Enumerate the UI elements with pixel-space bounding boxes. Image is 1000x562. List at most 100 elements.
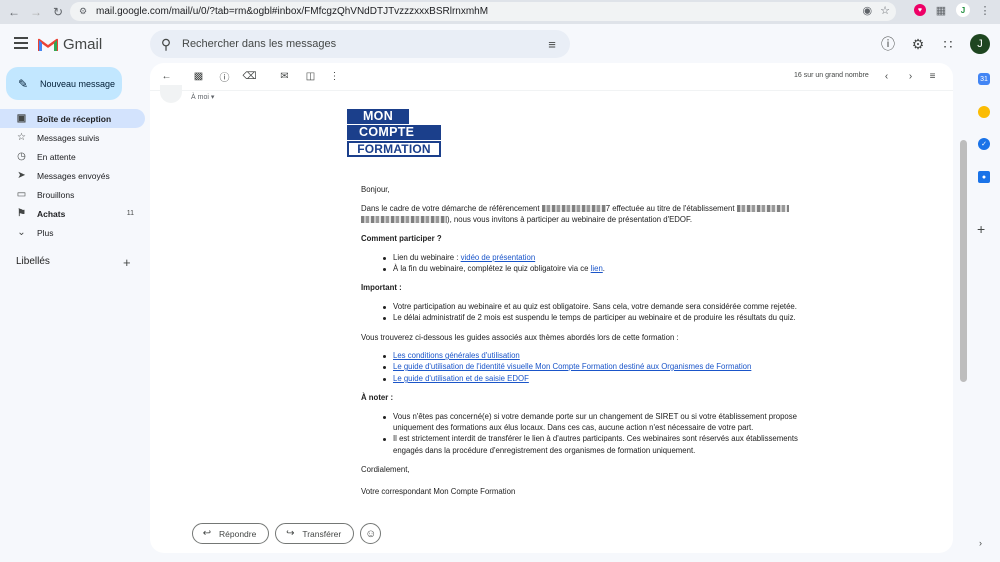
how-item-text: À la fin du webinaire, complétez le quiz… — [393, 264, 591, 273]
sidebar-item-purchases[interactable]: ⚑ Achats 11 — [0, 204, 145, 223]
pencil-icon: ✎ — [17, 76, 29, 91]
tasks-icon[interactable]: ✓ — [978, 138, 990, 150]
scrollbar-thumb[interactable] — [960, 140, 967, 382]
redacted-text — [736, 205, 789, 213]
draft-icon: ▭ — [16, 189, 27, 200]
search-input[interactable] — [182, 38, 522, 50]
move-to-icon[interactable]: ◫ — [304, 70, 317, 83]
back-icon[interactable]: ← — [6, 4, 22, 20]
clock-icon: ◷ — [17, 151, 26, 162]
gmail-logo[interactable]: Gmail — [38, 36, 102, 53]
search-filter-icon[interactable]: ≡ — [544, 36, 560, 52]
sidebar-item-drafts[interactable]: ▭ Brouillons — [0, 185, 145, 204]
input-tools-icon[interactable]: ≡ — [926, 70, 939, 83]
intro-text: 7 effectuée au titre de l'établissement — [605, 204, 735, 213]
get-addons-icon[interactable]: + — [977, 221, 985, 237]
sidebar-item-label: Brouillons — [37, 189, 75, 200]
webinar-video-link[interactable]: vidéo de présentation — [461, 253, 536, 262]
logo-line-1: MON — [347, 109, 409, 124]
reload-icon[interactable]: ↻ — [50, 4, 66, 20]
more-vert-icon[interactable]: ⋮ — [328, 70, 341, 83]
side-panel: 31 ✓ ● + › — [972, 63, 996, 553]
main-menu-icon[interactable] — [14, 36, 28, 50]
address-bar[interactable]: ⚙ mail.google.com/mail/u/0/?tab=rm&ogbl#… — [70, 2, 896, 21]
next-icon[interactable]: › — [904, 70, 917, 83]
reply-button[interactable]: ↩ Répondre — [192, 523, 270, 544]
bullet — [383, 317, 386, 320]
reply-label: Répondre — [219, 528, 257, 539]
contacts-icon[interactable]: ● — [978, 171, 990, 183]
previous-icon[interactable]: ‹ — [880, 70, 893, 83]
sidebar-item-label: Messages suivis — [37, 132, 100, 143]
recipient-label: À moi — [191, 94, 209, 101]
settings-gear-icon[interactable]: ⚙ — [910, 36, 926, 52]
report-spam-icon[interactable]: ⓘ — [218, 70, 231, 84]
mark-unread-icon[interactable]: ✉ — [278, 70, 291, 83]
edof-guide-link[interactable]: Le guide d'utilisation et de saisie EDOF — [393, 374, 529, 383]
search-bar[interactable]: ⚲ ≡ — [150, 30, 570, 58]
reply-icon: ↩ — [202, 528, 212, 539]
forward-label: Transférer — [302, 528, 342, 539]
important-item-1: Votre participation au webinaire et au q… — [393, 302, 797, 311]
guide-item-3: Le guide d'utilisation et de saisie EDOF — [393, 373, 529, 384]
guide-item-1: Les conditions générales d'utilisation — [393, 350, 520, 361]
add-label-icon[interactable]: + — [123, 255, 131, 270]
intro-line-2: ), nous vous invitons à participer au we… — [361, 214, 692, 225]
bullet — [383, 306, 386, 309]
cgu-link[interactable]: Les conditions générales d'utilisation — [393, 351, 520, 360]
note-item-1-line-2: uniquement des formations aux élus locau… — [393, 423, 754, 432]
redacted-text — [541, 205, 606, 213]
sidebar-item-label: En attente — [37, 151, 76, 162]
greeting: Bonjour, — [361, 185, 390, 194]
eye-icon[interactable]: ◉ — [863, 4, 873, 17]
keep-icon[interactable] — [978, 106, 990, 118]
sidebar-item-label: Boîte de réception — [37, 113, 112, 124]
sidebar-item-sent[interactable]: ➤ Messages envoyés — [0, 166, 145, 185]
quiz-link[interactable]: lien — [591, 264, 603, 273]
sidebar-item-snoozed[interactable]: ◷ En attente — [0, 147, 145, 166]
account-avatar[interactable]: J — [970, 34, 990, 54]
logo-line-3: FORMATION — [347, 141, 441, 157]
browser-menu-icon[interactable]: ⋮ — [978, 3, 992, 17]
puzzle-icon[interactable]: ▦ — [934, 3, 948, 17]
important-title: Important : — [361, 283, 402, 292]
recipient-dropdown[interactable]: À moi ▾ — [191, 93, 214, 101]
how-item-1: Lien du webinaire : vidéo de présentatio… — [393, 252, 535, 263]
intro-line-1: Dans le cadre de votre démarche de référ… — [361, 203, 789, 214]
visual-identity-guide-link[interactable]: Le guide d'utilisation de l'identité vis… — [393, 362, 751, 371]
help-icon[interactable]: ⓘ — [880, 36, 896, 52]
sidebar-item-inbox[interactable]: ▣ Boîte de réception — [0, 109, 145, 128]
compose-button[interactable]: ✎ Nouveau message — [6, 67, 122, 100]
delete-icon[interactable]: ⌫ — [242, 70, 256, 83]
archive-icon[interactable]: ▩ — [192, 70, 205, 83]
gmail-m-icon — [38, 38, 58, 51]
apps-grid-icon[interactable]: ∷ — [940, 36, 956, 52]
sidebar-item-label: Achats — [37, 208, 66, 219]
how-item-2: À la fin du webinaire, complétez le quiz… — [393, 263, 605, 274]
url-text[interactable]: mail.google.com/mail/u/0/?tab=rm&ogbl#in… — [96, 6, 488, 17]
forward-icon[interactable]: → — [28, 4, 44, 20]
sidebar-item-more[interactable]: ⌄ Plus — [0, 223, 145, 242]
forward-button[interactable]: ↪ Transférer — [275, 523, 355, 544]
intro-text: Dans le cadre de votre démarche de référ… — [361, 204, 540, 213]
bullet — [383, 378, 386, 381]
bookmark-star-icon[interactable]: ☆ — [880, 4, 890, 17]
extension-icon[interactable]: ♥ — [914, 4, 926, 16]
calendar-icon[interactable]: 31 — [978, 73, 990, 85]
note-item-2-line-2: engagés dans la procédure d'enregistreme… — [393, 446, 696, 455]
back-arrow-icon[interactable]: ← — [160, 70, 173, 83]
sender-avatar[interactable] — [160, 85, 182, 103]
sidebar-item-starred[interactable]: ☆ Messages suivis — [0, 128, 145, 147]
browser-toolbar: ← → ↻ ⚙ mail.google.com/mail/u/0/?tab=rm… — [0, 0, 1000, 24]
search-icon[interactable]: ⚲ — [158, 36, 174, 52]
bullet — [383, 257, 386, 260]
intro-text: ), nous vous invitons à participer au we… — [447, 215, 693, 224]
emoji-reaction-icon[interactable]: ☺ — [360, 523, 382, 544]
message-pane: ← ▩ ⓘ ⌫ ✉ ◫ ⋮ 16 sur un grand nombre ‹ ›… — [150, 63, 953, 553]
site-info-icon[interactable]: ⚙ — [76, 5, 90, 19]
hide-panel-icon[interactable]: › — [979, 538, 982, 548]
profile-icon[interactable]: J — [956, 3, 970, 17]
unread-count: 11 — [126, 210, 134, 217]
sidebar-item-label: Messages envoyés — [37, 170, 110, 181]
guides-intro: Vous trouverez ci-dessous les guides ass… — [361, 333, 679, 342]
